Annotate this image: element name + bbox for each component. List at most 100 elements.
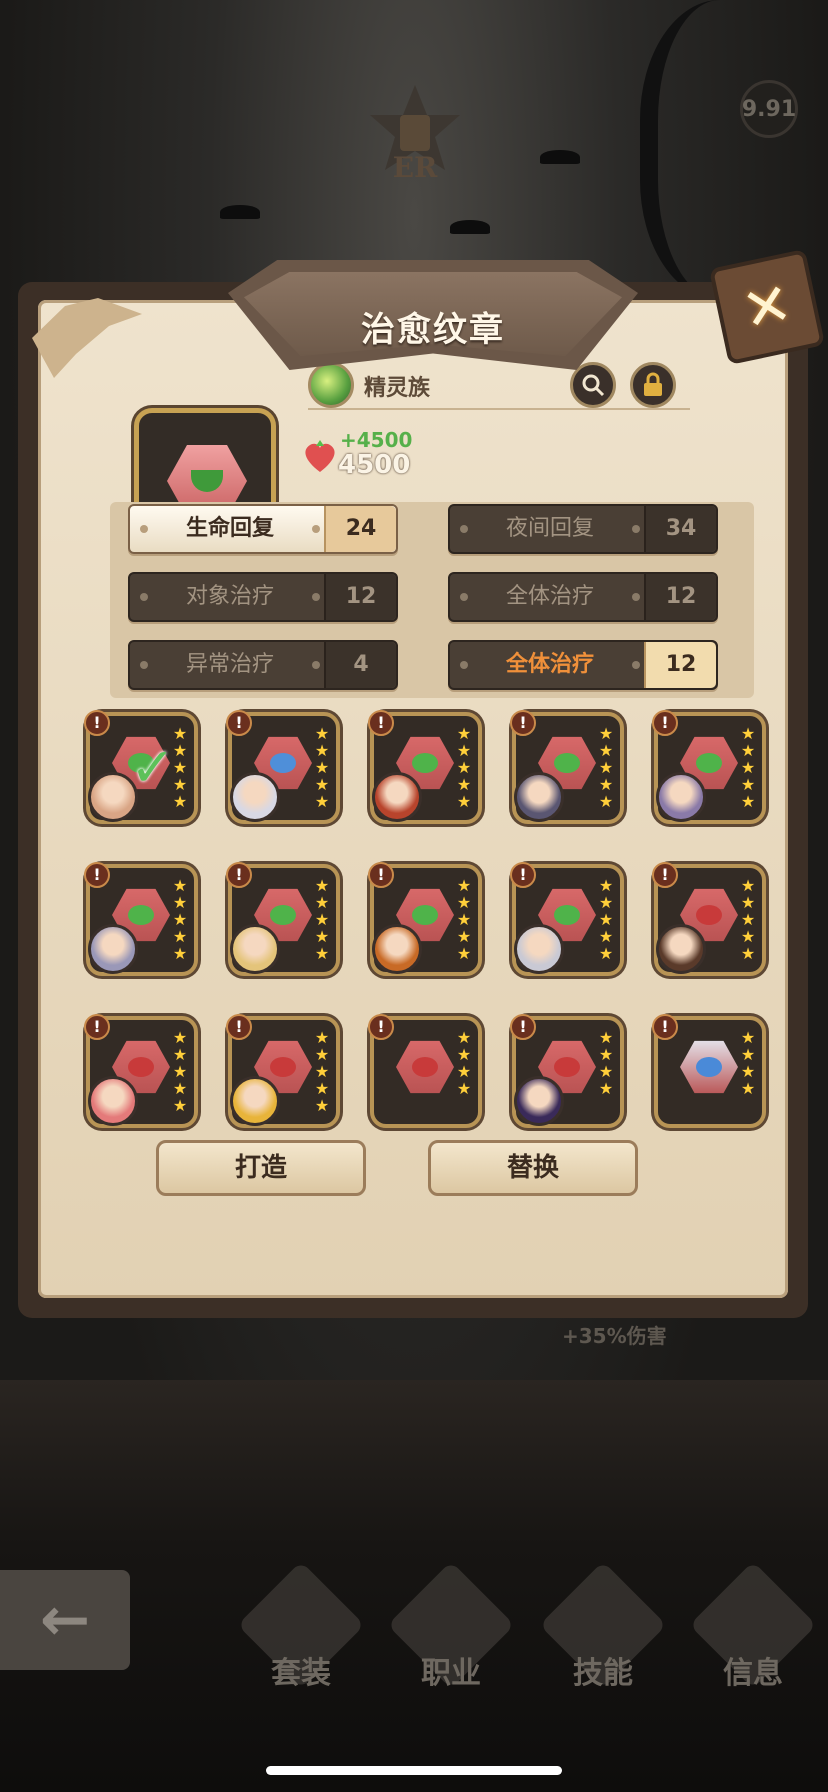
star-icon: ★ [598, 876, 614, 895]
star-icon: ★ [598, 758, 614, 777]
alert-icon: ! [84, 862, 110, 888]
hero-avatar [230, 772, 280, 822]
attribute-chip[interactable]: 异常治疗 4 [128, 640, 398, 690]
nav-class[interactable]: 职业 [386, 1561, 516, 1720]
emblem-item[interactable]: ★ ★ ★ ★ ★! [226, 862, 340, 976]
nav-set[interactable]: 套装 [236, 1561, 366, 1720]
star-icon: ★ [740, 876, 756, 895]
emblem-core [696, 1057, 722, 1077]
bonus-peek-text: +35%伤害 [562, 1324, 667, 1348]
bat-decoration [450, 220, 490, 234]
divider [308, 408, 690, 410]
alert-icon: ! [652, 862, 678, 888]
home-indicator[interactable] [266, 1766, 562, 1775]
level-badge[interactable]: 9.91 [740, 80, 798, 138]
star-icon: ★ [740, 792, 756, 811]
close-icon: ✕ [736, 268, 798, 346]
hero-avatar [514, 1076, 564, 1126]
star-icon: ★ [172, 944, 188, 963]
emblem-item-grid: ★ ★ ★ ★ ★! ✓ ★ ★ ★ ★ ★! ★ ★ ★ ★ ★! ★ ★ ★ ★ ★! ★ ★ ★ ★ ★! ★ ★ ★ ★ ★! ★ ★ ★… [72, 704, 794, 1128]
emblem-item[interactable]: ★ ★ ★ ★ ★! [652, 710, 766, 824]
emblem-item[interactable]: ★ ★ ★ ★ ★! [652, 862, 766, 976]
star-rating: ★ ★ ★ ★ [598, 1030, 614, 1097]
emblem-core [554, 1057, 580, 1077]
attribute-chip[interactable]: 生命回复 24 [128, 504, 398, 554]
nav-label-info: 信息 [723, 1656, 783, 1691]
back-button[interactable]: ← [0, 1570, 130, 1670]
emblem-core [696, 753, 722, 773]
attribute-value: 12 [324, 574, 396, 620]
emblem-item[interactable]: ★ ★ ★ ★! [652, 1014, 766, 1128]
emblem-core [412, 1057, 438, 1077]
star-icon: ★ [456, 927, 472, 946]
star-icon: ★ [314, 1079, 330, 1098]
star-icon: ★ [740, 1062, 756, 1081]
star-icon: ★ [740, 944, 756, 963]
emblem-hex-icon [680, 1040, 738, 1094]
star-rating: ★ ★ ★ ★ ★ [314, 726, 330, 810]
attribute-chip[interactable]: 全体治疗 12 [448, 572, 718, 622]
lock-button[interactable] [630, 362, 676, 408]
emblem-item[interactable]: ★ ★ ★ ★! [510, 1014, 624, 1128]
alert-icon: ! [84, 710, 110, 736]
star-rating: ★ ★ ★ ★ ★ [172, 1030, 188, 1114]
attribute-value: 12 [644, 574, 716, 620]
emblem-item[interactable]: ★ ★ ★ ★ ★! [84, 1014, 198, 1128]
wing-decoration [32, 298, 142, 378]
star-icon: ★ [740, 1045, 756, 1064]
alert-icon: ! [368, 710, 394, 736]
nav-skill[interactable]: 技能 [538, 1561, 668, 1720]
star-icon: ★ [172, 876, 188, 895]
star-rating: ★ ★ ★ ★ ★ [314, 1030, 330, 1114]
star-icon: ★ [314, 893, 330, 912]
attribute-name: 全体治疗 [505, 652, 594, 677]
star-icon: ★ [456, 893, 472, 912]
alert-icon: ! [652, 1014, 678, 1040]
star-rating: ★ ★ ★ ★ [456, 1030, 472, 1097]
emblem-item[interactable]: ★ ★ ★ ★ ★! [84, 862, 198, 976]
alert-icon: ! [226, 1014, 252, 1040]
star-rating: ★ ★ ★ ★ ★ [598, 878, 614, 962]
dialog-panel: 精灵族 +4500 4500 生命回复 24 夜间回复 34 对象治疗 12 全体治疗 12 异… [32, 298, 788, 1298]
check-icon: ✓ [130, 736, 176, 799]
emblem-item[interactable]: ★ ★ ★ ★! [368, 1014, 482, 1128]
star-icon: ★ [456, 1028, 472, 1047]
emblem-item[interactable]: ★ ★ ★ ★ ★! [226, 710, 340, 824]
emblem-item[interactable]: ★ ★ ★ ★ ★! [368, 862, 482, 976]
attribute-chip[interactable]: 全体治疗 12 [448, 640, 718, 690]
star-icon: ★ [740, 927, 756, 946]
star-icon: ★ [172, 1062, 188, 1081]
emblem-core [554, 905, 580, 925]
star-icon: ★ [314, 724, 330, 743]
star-icon: ★ [172, 1028, 188, 1047]
emblem-item[interactable]: ★ ★ ★ ★ ★! ✓ [84, 710, 198, 824]
alert-icon: ! [368, 862, 394, 888]
star-icon: ★ [740, 893, 756, 912]
star-icon: ★ [456, 758, 472, 777]
emblem-item[interactable]: ★ ★ ★ ★ ★! [510, 710, 624, 824]
nav-info[interactable]: 信息 [688, 1561, 818, 1720]
star-icon: ★ [740, 775, 756, 794]
attribute-chip[interactable]: 对象治疗 12 [128, 572, 398, 622]
svg-text:ER: ER [393, 151, 438, 184]
star-rating: ★ ★ ★ ★ ★ [456, 726, 472, 810]
attribute-chip[interactable]: 夜间回复 34 [448, 504, 718, 554]
hero-avatar [230, 924, 280, 974]
back-arrow-icon: ← [39, 1585, 91, 1655]
emblem-item[interactable]: ★ ★ ★ ★ ★! [510, 862, 624, 976]
attribute-value: 34 [644, 506, 716, 552]
star-icon: ★ [314, 927, 330, 946]
star-icon: ★ [314, 792, 330, 811]
bat-decoration [540, 150, 580, 164]
emblem-item[interactable]: ★ ★ ★ ★ ★! [226, 1014, 340, 1128]
dot-right [632, 525, 640, 533]
close-button[interactable]: ✕ [708, 248, 826, 366]
hero-avatar [230, 1076, 280, 1126]
nav-label-class: 职业 [421, 1656, 481, 1691]
forge-button[interactable]: 打造 [156, 1140, 366, 1196]
star-icon: ★ [598, 775, 614, 794]
lock-icon [644, 372, 662, 396]
emblem-item[interactable]: ★ ★ ★ ★ ★! [368, 710, 482, 824]
replace-button[interactable]: 替换 [428, 1140, 638, 1196]
emblem-core [412, 905, 438, 925]
